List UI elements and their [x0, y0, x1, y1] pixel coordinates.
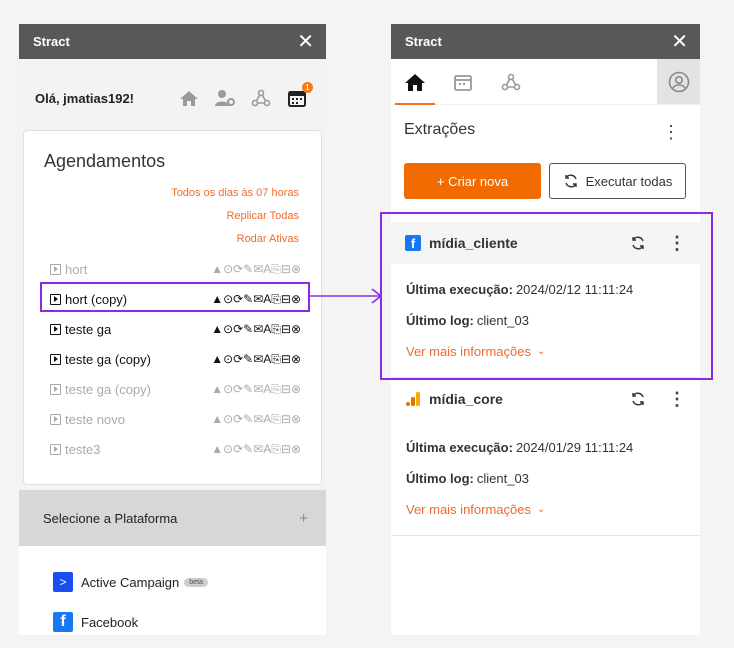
- schedule-actions[interactable]: ▲⊙⟳✎✉A⎘⊟⊗: [211, 442, 301, 456]
- last-run-label: Última execução:: [406, 440, 513, 455]
- schedule-name: teste ga (copy): [65, 351, 151, 367]
- last-log-label: Último log:: [406, 471, 474, 486]
- schedule-row[interactable]: hort ▲⊙⟳✎✉A⎘⊟⊗: [50, 258, 301, 280]
- extraction-card: mídia_core ⋮ Última execução: 2024/01/29 …: [391, 377, 700, 536]
- see-more-link[interactable]: Ver mais informações ⌄: [406, 494, 685, 525]
- platform-selector[interactable]: Selecione a Plataforma +: [19, 490, 326, 546]
- daily-schedule-link[interactable]: Todos os dias às 07 horas: [171, 187, 299, 199]
- extraction-details: Última execução: 2024/01/29 11:11:24 Últi…: [391, 420, 700, 536]
- play-icon[interactable]: [50, 263, 61, 275]
- play-icon[interactable]: [50, 353, 61, 365]
- last-log-value: client_03: [476, 471, 529, 486]
- tab-bar: [391, 59, 700, 105]
- left-extension-panel: Stract ✕ Olá, jmatias192! 1 Agendamentos…: [19, 24, 326, 635]
- refresh-icon[interactable]: [630, 391, 646, 407]
- platform-list: > Active Campaign beta f Facebook: [19, 546, 326, 635]
- run-all-label: Executar todas: [585, 173, 673, 189]
- webhook-icon: [501, 73, 521, 90]
- app-title: Stract: [33, 34, 70, 49]
- section-title: Agendamentos: [44, 151, 166, 171]
- play-icon[interactable]: [50, 323, 61, 335]
- play-icon[interactable]: [50, 413, 61, 425]
- home-icon: [405, 73, 425, 91]
- last-run-value: 2024/01/29 11:11:24: [515, 440, 634, 455]
- greeting-text: Olá, jmatias192!: [35, 90, 134, 106]
- app-title: Stract: [405, 34, 442, 49]
- more-options-icon[interactable]: ⋮: [662, 123, 680, 141]
- run-active-link[interactable]: Rodar Ativas: [237, 233, 299, 245]
- schedule-row[interactable]: teste ga (copy) ▲⊙⟳✎✉A⎘⊟⊗: [50, 378, 301, 400]
- home-icon[interactable]: [176, 87, 202, 109]
- more-options-icon[interactable]: ⋮: [668, 390, 686, 408]
- schedule-actions[interactable]: ▲⊙⟳✎✉A⎘⊟⊗: [211, 382, 301, 396]
- tab-calendar[interactable]: [439, 59, 487, 104]
- platform-name: Facebook: [81, 614, 139, 630]
- calendar-icon[interactable]: 1: [284, 82, 313, 109]
- active-campaign-icon: >: [53, 572, 73, 592]
- run-all-button[interactable]: Executar todas: [549, 163, 686, 199]
- schedule-name: hort: [65, 261, 88, 277]
- calendar-icon: [454, 74, 472, 91]
- greeting-bar: Olá, jmatias192! 1: [19, 59, 326, 137]
- extraction-name: mídia_core: [429, 391, 503, 407]
- right-header: Stract ✕: [391, 24, 700, 59]
- schedule-name: teste novo: [65, 411, 125, 427]
- platform-name: Active Campaign: [81, 574, 180, 590]
- chevron-down-icon: ⌄: [537, 504, 546, 515]
- expand-icon[interactable]: +: [299, 510, 308, 527]
- section-title: Extrações: [404, 121, 476, 138]
- tab-home[interactable]: [391, 59, 439, 105]
- schedule-name: teste ga: [65, 321, 112, 337]
- user-avatar-icon: [668, 71, 689, 92]
- refresh-icon: [564, 174, 577, 188]
- schedule-actions[interactable]: ▲⊙⟳✎✉A⎘⊟⊗: [211, 352, 301, 366]
- create-new-button[interactable]: + Criar nova: [404, 163, 541, 199]
- schedule-actions[interactable]: ▲⊙⟳✎✉A⎘⊟⊗: [211, 322, 301, 336]
- user-settings-icon[interactable]: [212, 87, 238, 109]
- replicate-all-link[interactable]: Replicar Todas: [226, 210, 299, 222]
- schedule-actions[interactable]: ▲⊙⟳✎✉A⎘⊟⊗: [211, 262, 301, 276]
- extraction-header[interactable]: mídia_core ⋮: [391, 378, 700, 420]
- tab-webhook[interactable]: [487, 59, 535, 104]
- close-icon[interactable]: ✕: [671, 32, 688, 52]
- play-icon[interactable]: [50, 383, 61, 395]
- facebook-icon: f: [53, 612, 73, 632]
- left-header: Stract ✕: [19, 24, 326, 59]
- schedule-name: teste3: [65, 441, 101, 457]
- close-icon[interactable]: ✕: [297, 32, 314, 52]
- arrow-connector: [310, 288, 383, 304]
- profile-button[interactable]: [657, 59, 700, 104]
- highlight-box: [40, 282, 310, 312]
- platform-header-label: Selecione a Plataforma: [43, 510, 178, 526]
- platform-item-active-campaign[interactable]: > Active Campaign beta: [53, 572, 208, 592]
- play-icon[interactable]: [50, 443, 61, 455]
- webhook-icon[interactable]: [248, 87, 274, 109]
- notification-badge: 1: [302, 82, 313, 93]
- google-analytics-icon: [406, 392, 420, 406]
- schedule-row[interactable]: teste ga ▲⊙⟳✎✉A⎘⊟⊗: [50, 318, 301, 340]
- beta-badge: beta: [184, 577, 208, 587]
- schedule-row[interactable]: teste novo ▲⊙⟳✎✉A⎘⊟⊗: [50, 408, 301, 430]
- schedule-row[interactable]: teste3 ▲⊙⟳✎✉A⎘⊟⊗: [50, 438, 301, 460]
- schedule-name: teste ga (copy): [65, 381, 151, 397]
- schedule-actions[interactable]: ▲⊙⟳✎✉A⎘⊟⊗: [211, 412, 301, 426]
- platform-item-facebook[interactable]: f Facebook: [53, 612, 138, 632]
- schedule-row[interactable]: teste ga (copy) ▲⊙⟳✎✉A⎘⊟⊗: [50, 348, 301, 370]
- highlight-box: [380, 212, 713, 380]
